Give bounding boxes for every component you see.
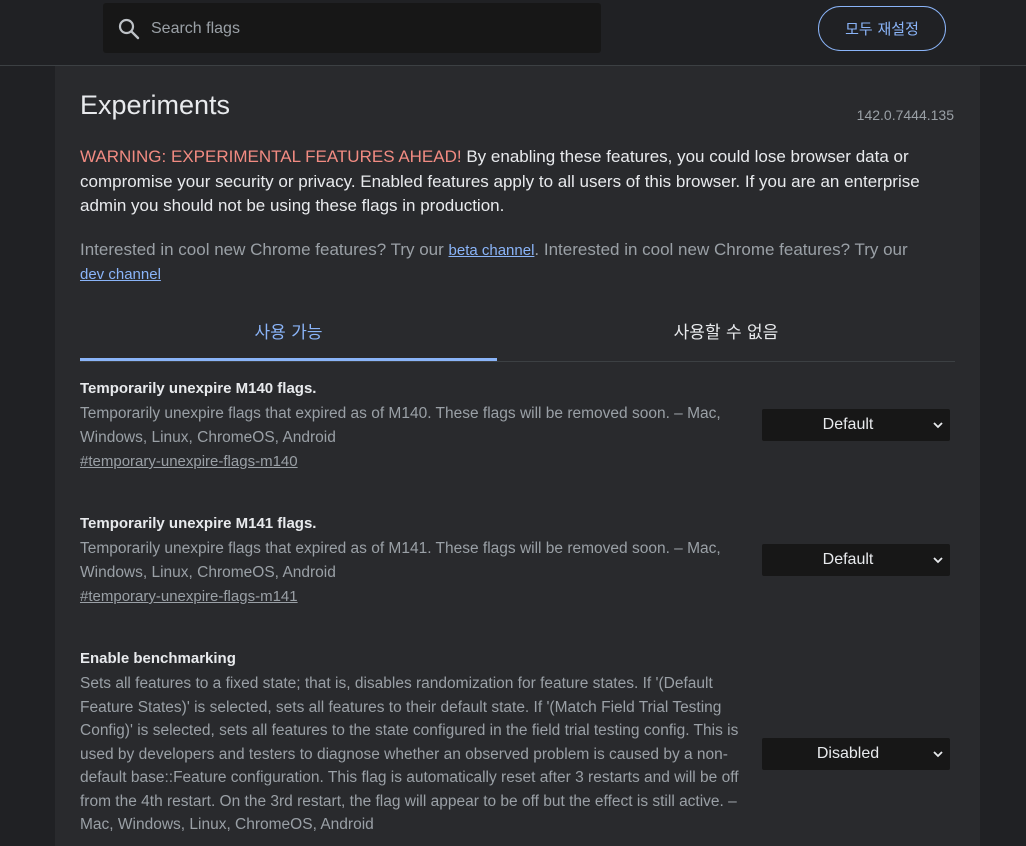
flag-title: Temporarily unexpire M141 flags. bbox=[80, 515, 317, 532]
tab-bar: 사용 가능 사용할 수 없음 bbox=[80, 302, 955, 362]
dev-channel-link[interactable]: dev channel bbox=[80, 266, 161, 283]
search-input[interactable] bbox=[149, 3, 593, 55]
beta-channel-link[interactable]: beta channel bbox=[449, 242, 535, 259]
warning-prefix: WARNING: EXPERIMENTAL FEATURES AHEAD! bbox=[80, 147, 462, 166]
flag-anchor-link[interactable]: #temporary-unexpire-flags-m141 bbox=[80, 588, 298, 605]
select-value: Disabled bbox=[816, 745, 880, 762]
flag-description: Temporarily unexpire flags that expired … bbox=[80, 540, 721, 581]
flag-title: Enable benchmarking bbox=[80, 650, 236, 667]
tab-unavailable[interactable]: 사용할 수 없음 bbox=[497, 302, 955, 358]
warning-message: WARNING: EXPERIMENTAL FEATURES AHEAD! By… bbox=[80, 145, 955, 219]
flag-state-select[interactable]: Default bbox=[762, 544, 950, 576]
chevron-down-icon bbox=[933, 751, 943, 758]
select-value: Default bbox=[822, 551, 874, 568]
channel-promo: Interested in cool new Chrome features? … bbox=[80, 238, 955, 286]
reset-all-button[interactable]: 모두 재설정 bbox=[818, 6, 946, 51]
top-header: 모두 재설정 bbox=[0, 0, 1026, 66]
version-label: 142.0.7444.135 bbox=[856, 107, 954, 123]
search-box[interactable] bbox=[103, 3, 601, 55]
page-title: Experiments bbox=[80, 90, 231, 120]
experiments-panel: Experiments 142.0.7444.135 WARNING: EXPE… bbox=[55, 66, 980, 846]
flag-description: Sets all features to a fixed state; that… bbox=[80, 675, 739, 833]
select-value: Default bbox=[822, 416, 874, 433]
promo-text-1: Interested in cool new Chrome features? … bbox=[80, 240, 449, 259]
flag-state-select[interactable]: Default bbox=[762, 409, 950, 441]
flag-title: Temporarily unexpire M140 flags. bbox=[80, 380, 317, 397]
search-icon bbox=[118, 18, 140, 40]
chevron-down-icon bbox=[933, 557, 943, 564]
flag-anchor-link[interactable]: #temporary-unexpire-flags-m140 bbox=[80, 453, 298, 470]
flag-state-select[interactable]: Disabled bbox=[762, 738, 950, 770]
chevron-down-icon bbox=[933, 422, 943, 429]
promo-text-2: . Interested in cool new Chrome features… bbox=[534, 240, 908, 259]
tab-available[interactable]: 사용 가능 bbox=[80, 302, 497, 361]
flag-description: Temporarily unexpire flags that expired … bbox=[80, 405, 721, 446]
